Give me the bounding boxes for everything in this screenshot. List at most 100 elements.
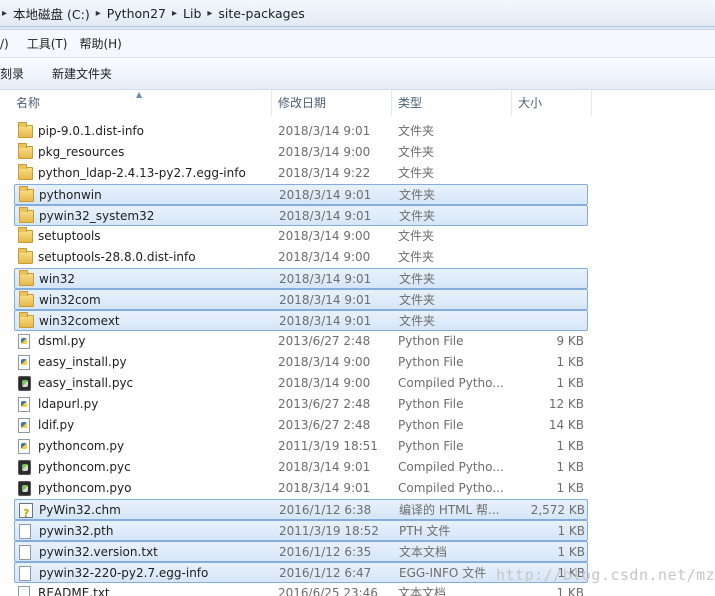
column-name[interactable]: 名称 bbox=[10, 90, 272, 116]
menu-view[interactable]: /) bbox=[0, 37, 27, 51]
breadcrumb-drive[interactable]: 本地磁盘 (C:) bbox=[9, 4, 94, 23]
file-row[interactable]: ldif.py 2013/6/27 2:48 Python File 14 KB bbox=[14, 415, 588, 436]
file-date: 2018/3/14 9:22 bbox=[278, 166, 371, 180]
chevron-right-icon[interactable]: ▸ bbox=[170, 8, 179, 19]
file-size bbox=[504, 163, 584, 184]
file-date: 2018/3/14 9:01 bbox=[279, 188, 372, 202]
file-icon-cell bbox=[18, 457, 34, 478]
help-file-icon bbox=[19, 503, 33, 521]
file-date: 2018/3/14 9:01 bbox=[278, 460, 371, 474]
file-date: 2016/1/12 6:47 bbox=[279, 566, 372, 580]
file-icon-cell bbox=[19, 185, 35, 206]
breadcrumb[interactable]: ▸ 本地磁盘 (C:) ▸ Python27 ▸ Lib ▸ site-pack… bbox=[0, 0, 715, 27]
file-date: 2018/3/14 9:00 bbox=[278, 355, 371, 369]
file-size: 1 KB bbox=[556, 355, 584, 369]
file-name: pywin32_system32 bbox=[39, 209, 155, 223]
file-row[interactable]: pywin32.version.txt 2016/1/12 6:35 文本文档 1 K… bbox=[14, 541, 588, 562]
chevron-right-icon[interactable]: ▸ bbox=[94, 8, 103, 19]
column-date[interactable]: 修改日期 bbox=[272, 90, 392, 116]
file-date: 2016/6/25 23:46 bbox=[278, 586, 378, 596]
file-date: 2016/1/12 6:35 bbox=[279, 545, 372, 559]
menu-bar: /) 工具(T) 帮助(H) bbox=[0, 30, 715, 58]
chevron-right-icon: ▸ bbox=[2, 7, 8, 19]
file-date: 2018/3/14 9:01 bbox=[278, 481, 371, 495]
file-row[interactable]: win32 2018/3/14 9:01 文件夹 bbox=[14, 268, 588, 289]
menu-help[interactable]: 帮助(H) bbox=[79, 35, 133, 52]
file-row[interactable]: python_ldap-2.4.13-py2.7.egg-info 2018/3/… bbox=[14, 163, 588, 184]
folder-icon bbox=[19, 186, 34, 202]
file-type: 文件夹 bbox=[398, 124, 435, 138]
file-row[interactable]: pywin32.pth 2011/3/19 18:52 PTH 文件 1 KB bbox=[14, 520, 588, 541]
file-date: 2018/3/14 9:01 bbox=[279, 209, 372, 223]
file-name: pip-9.0.1.dist-info bbox=[38, 124, 144, 138]
file-size: 1 KB bbox=[557, 524, 585, 538]
file-date: 2013/6/27 2:48 bbox=[278, 418, 371, 432]
breadcrumb-lib[interactable]: Lib bbox=[179, 6, 205, 21]
burn-button[interactable]: 刻录 bbox=[0, 65, 52, 82]
file-date: 2018/3/14 9:01 bbox=[279, 293, 372, 307]
file-date: 2013/6/27 2:48 bbox=[278, 334, 371, 348]
file-row[interactable]: pip-9.0.1.dist-info 2018/3/14 9:01 文件夹 bbox=[14, 121, 588, 142]
column-type[interactable]: 类型 bbox=[392, 90, 512, 116]
file-name: pythonwin bbox=[39, 188, 102, 202]
chevron-right-icon[interactable]: ▸ bbox=[205, 8, 214, 19]
file-row[interactable]: win32comext 2018/3/14 9:01 文件夹 bbox=[14, 310, 588, 331]
file-type: 文件夹 bbox=[398, 229, 435, 243]
file-size bbox=[505, 206, 585, 227]
file-size bbox=[505, 185, 585, 206]
file-date: 2018/3/14 9:01 bbox=[279, 314, 372, 328]
file-row[interactable]: pywin32_system32 2018/3/14 9:01 文件夹 bbox=[14, 205, 588, 226]
file-type: 文件夹 bbox=[399, 188, 436, 202]
file-name: setuptools-28.8.0.dist-info bbox=[38, 250, 196, 264]
file-row[interactable]: pythoncom.pyc 2018/3/14 9:01 Compiled Pyth… bbox=[14, 457, 588, 478]
file-row[interactable]: dsml.py 2013/6/27 2:48 Python File 9 KB bbox=[14, 331, 588, 352]
new-folder-button[interactable]: 新建文件夹 bbox=[52, 65, 126, 82]
file-icon-cell bbox=[18, 331, 34, 352]
file-size bbox=[505, 269, 585, 290]
file-row[interactable]: pythoncom.py 2011/3/19 18:51 Python File 1 … bbox=[14, 436, 588, 457]
file-row[interactable]: pythoncom.pyo 2018/3/14 9:01 Compiled Pyth… bbox=[14, 478, 588, 499]
folder-icon bbox=[19, 207, 34, 223]
file-date: 2013/6/27 2:48 bbox=[278, 397, 371, 411]
file-type: Compiled Pytho... bbox=[398, 481, 503, 495]
file-row[interactable]: pkg_resources 2018/3/14 9:00 文件夹 bbox=[14, 142, 588, 163]
file-row[interactable]: easy_install.pyc 2018/3/14 9:00 Compiled P… bbox=[14, 373, 588, 394]
breadcrumb-python27[interactable]: Python27 bbox=[103, 6, 170, 21]
file-row[interactable]: pythonwin 2018/3/14 9:01 文件夹 bbox=[14, 184, 588, 205]
file-type: 文件夹 bbox=[399, 314, 436, 328]
file-type: 文件夹 bbox=[399, 272, 436, 286]
file-row[interactable]: README.txt 2016/6/25 23:46 文本文档 1 KB bbox=[14, 583, 588, 596]
text-file-icon bbox=[19, 566, 31, 581]
file-row[interactable]: ldapurl.py 2013/6/27 2:48 Python File 12 KB bbox=[14, 394, 588, 415]
file-date: 2016/1/12 6:38 bbox=[279, 503, 372, 517]
python-file-icon bbox=[18, 418, 30, 433]
file-name: easy_install.py bbox=[38, 355, 127, 369]
file-row[interactable]: easy_install.py 2018/3/14 9:00 Python File… bbox=[14, 352, 588, 373]
file-name: pythoncom.py bbox=[38, 439, 125, 453]
file-icon-cell bbox=[19, 521, 35, 542]
file-size bbox=[505, 290, 585, 311]
file-name: pywin32.pth bbox=[39, 524, 114, 538]
file-icon-cell bbox=[18, 352, 34, 373]
address-bar[interactable]: ▸ 本地磁盘 (C:) ▸ Python27 ▸ Lib ▸ site-pack… bbox=[0, 0, 715, 30]
file-icon-cell bbox=[18, 247, 34, 268]
file-name: ldapurl.py bbox=[38, 397, 99, 411]
breadcrumb-site-packages[interactable]: site-packages bbox=[214, 6, 308, 21]
folder-icon bbox=[18, 122, 33, 138]
file-icon-cell bbox=[18, 394, 34, 415]
file-type: EGG-INFO 文件 bbox=[399, 566, 487, 580]
column-size[interactable]: 大小 bbox=[512, 90, 592, 116]
file-icon-cell bbox=[18, 415, 34, 436]
file-date: 2018/3/14 9:00 bbox=[278, 376, 371, 390]
file-type: 文件夹 bbox=[398, 166, 435, 180]
file-row[interactable]: setuptools-28.8.0.dist-info 2018/3/14 9:0… bbox=[14, 247, 588, 268]
file-size: 2,572 KB bbox=[530, 503, 585, 517]
text-file-icon bbox=[19, 524, 31, 539]
file-row[interactable]: win32com 2018/3/14 9:01 文件夹 bbox=[14, 289, 588, 310]
menu-tools[interactable]: 工具(T) bbox=[27, 35, 80, 52]
file-row[interactable]: PyWin32.chm 2016/1/12 6:38 编译的 HTML 帮... 2,… bbox=[14, 499, 588, 521]
file-size: 1 KB bbox=[557, 545, 585, 559]
file-type: 文件夹 bbox=[398, 250, 435, 264]
file-size bbox=[505, 311, 585, 332]
file-row[interactable]: setuptools 2018/3/14 9:00 文件夹 bbox=[14, 226, 588, 247]
